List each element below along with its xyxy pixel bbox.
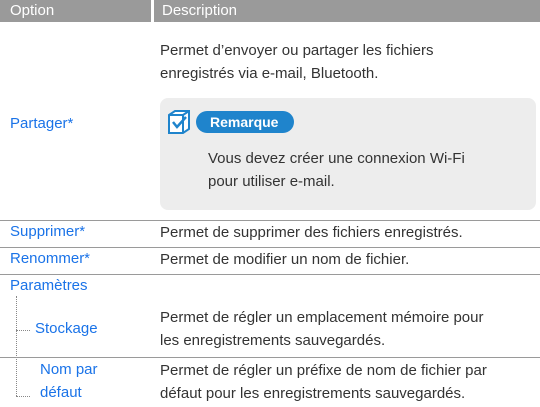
header-description: Description xyxy=(162,2,238,19)
table-header: Option Description xyxy=(0,0,540,22)
option-settings: Paramètres xyxy=(10,277,88,294)
desc-storage-line1: Permet de régler un emplacement mémoire … xyxy=(160,309,484,326)
header-option: Option xyxy=(10,2,55,19)
desc-rename: Permet de modifier un nom de fichier. xyxy=(160,251,410,268)
row-divider xyxy=(0,357,540,358)
tree-connector xyxy=(16,330,30,331)
desc-share-line1: Permet d’envoyer ou partager les fichier… xyxy=(160,42,434,59)
desc-share-line2: enregistrés via e-mail, Bluetooth. xyxy=(160,65,379,82)
row-divider xyxy=(0,274,540,275)
option-delete: Supprimer* xyxy=(10,223,86,240)
note-line2: pour utiliser e-mail. xyxy=(208,173,335,190)
tree-connector xyxy=(16,396,30,397)
option-share: Partager* xyxy=(10,115,74,132)
desc-delete: Permet de supprimer des fichiers enregis… xyxy=(160,224,463,241)
option-default-name-line2: défaut xyxy=(40,384,82,401)
note-title: Remarque xyxy=(196,111,295,133)
note-line1: Vous devez créer une connexion Wi-Fi xyxy=(208,150,465,167)
desc-default-name-line1: Permet de régler un préfixe de nom de fi… xyxy=(160,362,487,379)
option-storage: Stockage xyxy=(35,320,98,337)
option-rename: Renommer* xyxy=(10,250,91,267)
header-separator xyxy=(151,0,154,22)
desc-default-name-line2: défaut pour les enregistrements sauvegar… xyxy=(160,385,466,402)
note-checkbox-icon xyxy=(166,109,192,135)
tree-connector xyxy=(16,296,17,396)
desc-storage-line2: les enregistrements sauvegardés. xyxy=(160,332,386,349)
option-default-name-line1: Nom par xyxy=(40,361,98,378)
